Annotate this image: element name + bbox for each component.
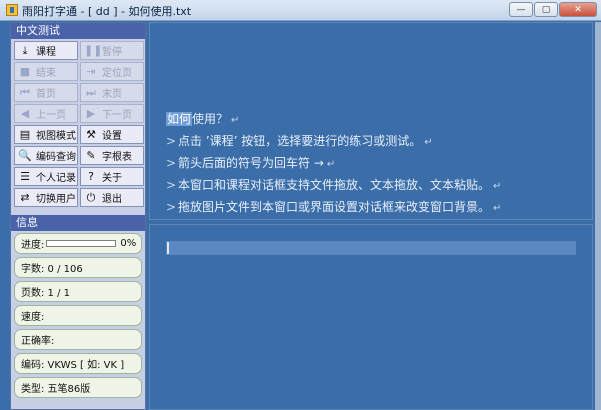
search-icon: 🔍 [18,149,32,162]
info-header: 信息 [11,215,145,231]
power-icon: ⏻ [86,190,96,204]
text-display-pane[interactable]: 如何使用？ ↵ > 点击 ’课程’ 按钮，选择要进行的练习或测试。 ↵ > 箭头后面的符号… [149,22,593,220]
typing-input-pane[interactable] [149,224,593,410]
tool-button-hammer[interactable]: ⚒ 设置 [80,125,144,144]
hammer-icon: ⚒ [86,128,96,141]
progress-row: 进度: 0% [14,233,142,254]
instruction-line: > 箭头后面的符号为回车符 → ↵ [166,153,501,175]
progress-text: 0% [120,238,137,249]
window-controls: — ▢ ✕ [508,2,597,17]
return-symbol-icon: ↵ [231,115,240,126]
tool-button-pen[interactable]: ✎ 字根表 [80,146,144,165]
app-icon [6,4,18,16]
tool-button-search[interactable]: 🔍 编码查询 [14,146,78,165]
instruction-text: 箭头后面的符号为回车符 → [178,156,324,170]
tool-button-prev-page[interactable]: ◀ 上一页 [14,104,78,123]
switch-user-icon: ⇄ [20,191,30,204]
tool-button-grid: ⤓ 课程 ❚❚ 暂停 ■ 结束 ⇥ 定位页 ⏮ 首页 ⏭ 末页 ◀ 上一页 ▶ 下一页 ▤ 视图模式 ⚒ 设置 🔍 编码查… [11,39,145,209]
tool-button-question[interactable]: ? 关于 [80,167,144,186]
question-icon: ? [88,170,94,183]
tool-button-switch-user[interactable]: ⇄ 切换用户 [14,188,78,207]
tool-button-label: 字根表 [102,152,132,163]
tool-button-label: 设置 [102,131,122,142]
close-button[interactable]: ✕ [559,2,597,17]
tool-button-first-page[interactable]: ⏮ 首页 [14,83,78,102]
bullet-arrow-icon: > [166,178,177,192]
tool-button-list[interactable]: ☰ 个人记录 [14,167,78,186]
tool-button-label: 下一页 [102,110,132,121]
tool-button-label: 切换用户 [36,194,76,205]
tool-button-next-page[interactable]: ▶ 下一页 [80,104,144,123]
tool-button-label: 关于 [102,173,122,184]
pause-icon: ❚❚ [84,44,103,57]
return-symbol-icon: ↵ [424,137,433,148]
info-list: 进度: 0% 字数: 0 / 106 页数: 1 / 1 速度: 正确率: 编码… [11,231,145,403]
question-line: 如何使用？ ↵ [166,109,501,131]
instruction-lines: > 点击 ’课程’ 按钮，选择要进行的练习或测试。 ↵ > 箭头后面的符号为回车符 → ↵… [166,131,501,219]
prev-page-icon: ◀ [20,107,30,120]
speed-row: 速度: [14,305,142,326]
instruction-line: > 本窗口和课程对话框支持文件拖放、文本拖放、文本粘贴。 ↵ [166,175,501,197]
instruction-text: 拖放图片文件到本窗口或界面设置对话框来改变窗口背景。 [178,200,491,214]
download-icon: ⤓ [22,43,28,57]
stop-icon: ■ [19,65,31,78]
tool-button-last-page[interactable]: ⏭ 末页 [80,83,144,102]
instruction-text: 本窗口和课程对话框支持文件拖放、文本拖放、文本粘贴。 [178,178,491,192]
right-edge-strip [595,22,601,410]
tool-button-pause[interactable]: ❚❚ 暂停 [80,41,144,60]
tool-button-label: 上一页 [36,110,66,121]
accuracy-row: 正确率: [14,329,142,350]
tool-button-download[interactable]: ⤓ 课程 [14,41,78,60]
tool-button-locate-page[interactable]: ⇥ 定位页 [80,62,144,81]
instruction-line: > 拖放图片文件到本窗口或界面设置对话框来改变窗口背景。 ↵ [166,197,501,219]
view-mode-icon: ▤ [19,128,31,141]
type-row: 类型: 五笔86版 [14,377,142,398]
bullet-arrow-icon: > [166,156,177,170]
title-bar: 雨阳打字通 - [ dd ] - 如何使用.txt — ▢ ✕ [0,0,601,21]
tool-button-power[interactable]: ⏻ 退出 [80,188,144,207]
tool-button-stop[interactable]: ■ 结束 [14,62,78,81]
tool-button-label: 首页 [36,89,56,100]
tool-button-view-mode[interactable]: ▤ 视图模式 [14,125,78,144]
locate-page-icon: ⇥ [86,65,96,78]
return-symbol-icon: ↵ [493,203,502,214]
maximize-button[interactable]: ▢ [534,2,558,17]
progress-bar [46,240,117,247]
instruction-text: 点击 ’课程’ 按钮，选择要进行的练习或测试。 [178,134,422,148]
typing-input-line[interactable] [166,241,576,255]
tool-button-label: 编码查询 [36,152,76,163]
text-caret [167,242,169,254]
list-icon: ☰ [20,170,30,183]
question-rest: 使用？ [192,112,229,126]
bullet-arrow-icon: > [166,134,177,148]
encoding-row: 编码: VKWS [ 如: VK ] [14,353,142,374]
pen-icon: ✎ [86,149,96,162]
tool-button-label: 个人记录 [36,173,76,184]
tools-header: 中文测试 [11,23,145,39]
tool-button-label: 退出 [102,194,122,205]
progress-label: 进度: [21,240,45,251]
chars-row: 字数: 0 / 106 [14,257,142,278]
display-text: 如何使用？ ↵ > 点击 ’课程’ 按钮，选择要进行的练习或测试。 ↵ > 箭头后面的符号… [166,109,501,219]
tool-button-label: 结束 [36,68,56,79]
highlighted-word: 如何 [166,112,193,126]
tool-button-label: 视图模式 [36,131,76,142]
bullet-arrow-icon: > [166,200,177,214]
pages-row: 页数: 1 / 1 [14,281,142,302]
tool-button-label: 课程 [36,47,56,58]
window-title: 雨阳打字通 - [ dd ] - 如何使用.txt [22,5,192,18]
tool-button-label: 定位页 [102,68,132,79]
minimize-button[interactable]: — [509,2,533,17]
first-page-icon: ⏮ [20,85,30,99]
next-page-icon: ▶ [86,107,96,120]
return-symbol-icon: ↵ [493,181,502,192]
tool-button-label: 暂停 [102,47,122,58]
tool-button-label: 末页 [102,89,122,100]
instruction-line: > 点击 ’课程’ 按钮，选择要进行的练习或测试。 ↵ [166,131,501,153]
last-page-icon: ⏭ [86,85,96,99]
left-panel: 中文测试 ⤓ 课程 ❚❚ 暂停 ■ 结束 ⇥ 定位页 ⏮ 首页 ⏭ 末页 ◀ 上一页 ▶ 下一页 ▤ 视图模式 ⚒ 设… [10,22,146,410]
return-symbol-icon: ↵ [326,159,336,170]
